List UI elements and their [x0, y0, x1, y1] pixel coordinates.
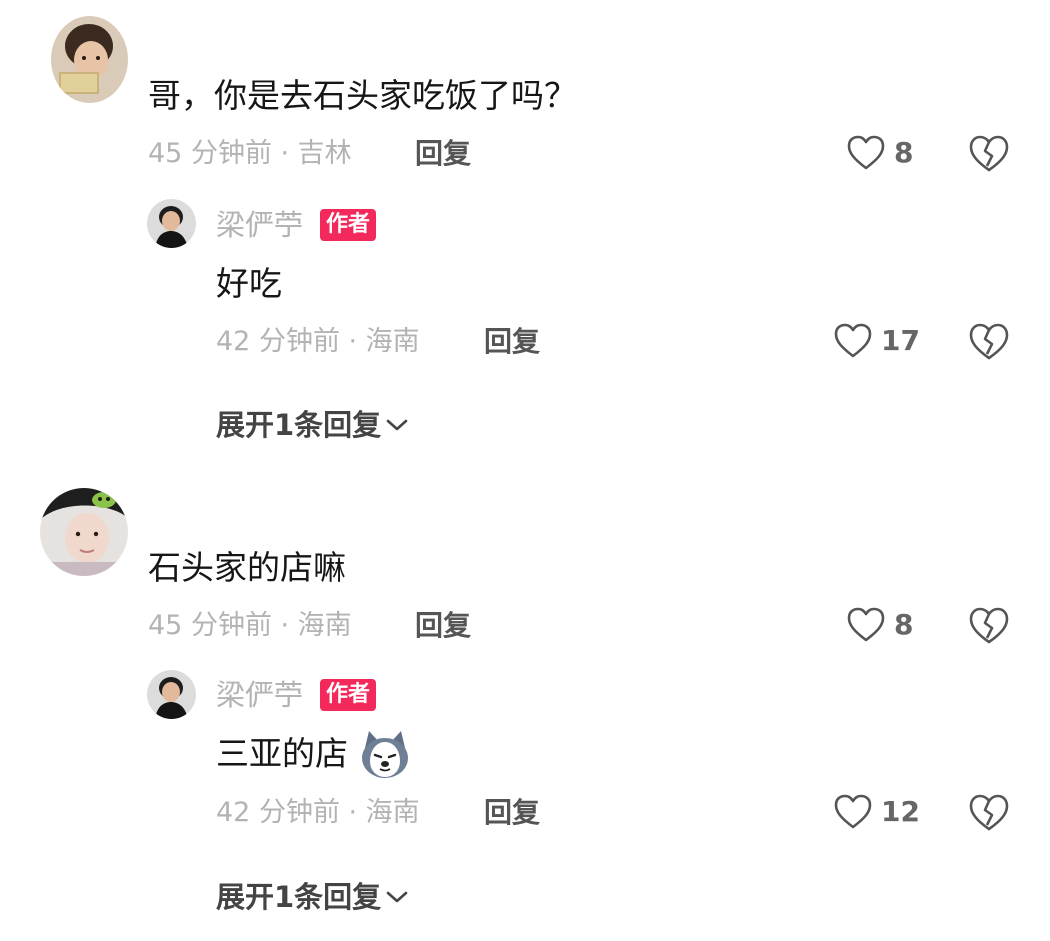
like-button[interactable]: 17 [833, 322, 920, 360]
comment-text: 石头家的店嘛 [148, 548, 346, 587]
dislike-button[interactable] [968, 793, 1010, 837]
comment-meta: 45 分钟前 · 吉林 [148, 138, 352, 169]
reply-text: 三亚的店 [216, 734, 348, 773]
author-username[interactable]: 梁俨苧 [216, 207, 303, 243]
reply-text: 好吃 [216, 264, 282, 303]
commenter-avatar[interactable] [40, 488, 128, 576]
dislike-button[interactable] [968, 134, 1010, 178]
like-count: 8 [894, 136, 914, 169]
dislike-button[interactable] [968, 322, 1010, 366]
expand-replies-label: 展开1条回复 [216, 408, 382, 442]
author-badge: 作者 [320, 209, 377, 241]
chevron-down-icon [386, 891, 408, 903]
author-username[interactable]: 梁俨苧 [216, 677, 303, 713]
like-button[interactable]: 8 [846, 134, 913, 172]
like-button[interactable]: 8 [846, 606, 913, 644]
reply-meta: 42 分钟前 · 海南 [216, 797, 420, 828]
husky-emoji-icon [358, 728, 412, 784]
author-avatar[interactable] [147, 199, 196, 248]
like-count: 8 [894, 608, 914, 641]
author-avatar[interactable] [147, 670, 196, 719]
chevron-down-icon [386, 419, 408, 431]
reply-meta: 42 分钟前 · 海南 [216, 326, 420, 357]
comment-text: 哥，你是去石头家吃饭了吗？ [148, 76, 577, 115]
reply-button[interactable]: 回复 [484, 325, 540, 359]
comment-meta: 45 分钟前 · 海南 [148, 610, 352, 641]
dislike-button[interactable] [968, 606, 1010, 650]
heart-icon [834, 794, 872, 829]
heart-icon [847, 607, 885, 642]
reply-button[interactable]: 回复 [484, 796, 540, 830]
like-count: 12 [881, 795, 920, 828]
reply-button[interactable]: 回复 [415, 609, 471, 643]
expand-replies-label: 展开1条回复 [216, 880, 382, 914]
like-button[interactable]: 12 [833, 793, 920, 831]
heart-icon [834, 323, 872, 358]
broken-heart-icon [969, 135, 1009, 172]
heart-icon [847, 135, 885, 170]
commenter-avatar[interactable] [51, 16, 128, 103]
expand-replies-button[interactable]: 展开1条回复 [216, 407, 409, 443]
expand-replies-button[interactable]: 展开1条回复 [216, 879, 409, 915]
like-count: 17 [881, 324, 920, 357]
reply-button[interactable]: 回复 [415, 137, 471, 171]
broken-heart-icon [969, 794, 1009, 831]
author-badge: 作者 [320, 679, 377, 711]
broken-heart-icon [969, 607, 1009, 644]
broken-heart-icon [969, 323, 1009, 360]
